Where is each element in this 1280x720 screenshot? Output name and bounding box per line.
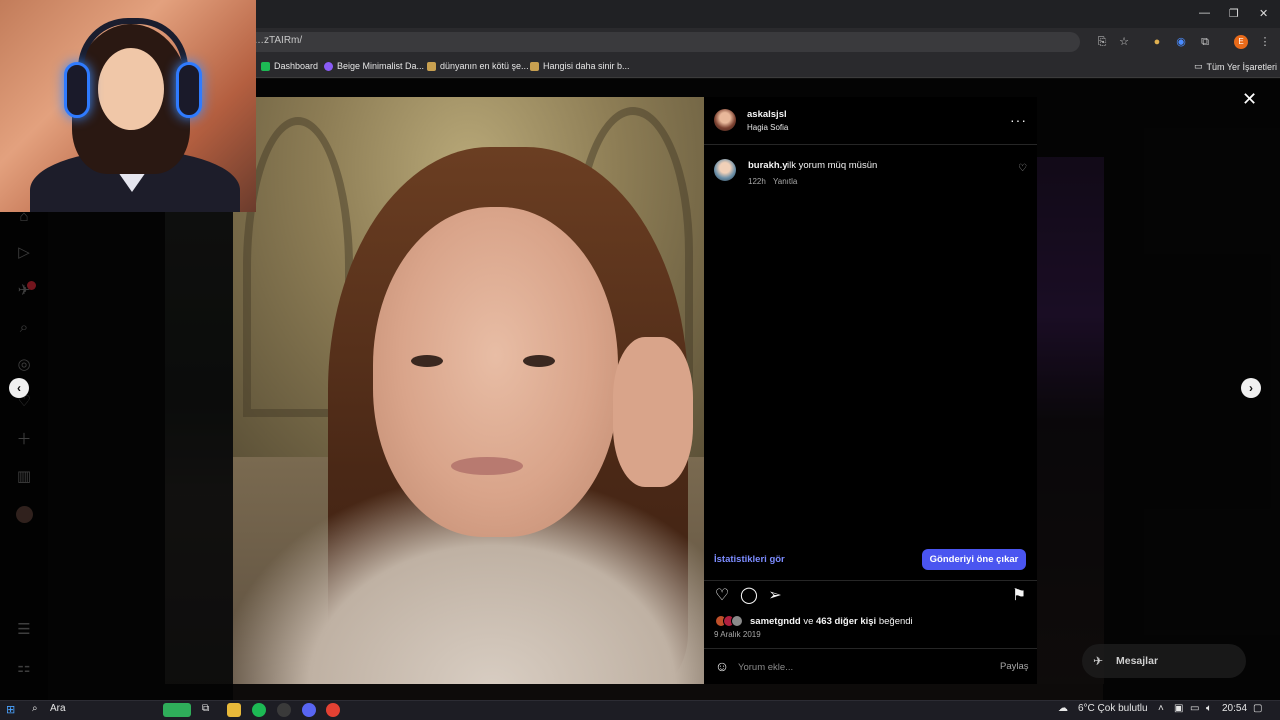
messages-label[interactable]: Mesajlar: [1116, 655, 1158, 667]
bookmark-favicon: [427, 61, 436, 71]
folder-icon: ▭: [1194, 61, 1203, 71]
tray-icon[interactable]: ▣: [1174, 703, 1183, 714]
post-date: 9 Aralık 2019: [714, 630, 761, 639]
reply-button[interactable]: Yanıtla: [773, 177, 797, 186]
menu-kebab-icon[interactable]: ⋮: [1258, 35, 1272, 49]
eye-left: [411, 355, 443, 367]
bookmark-label: Hangisi daha sinir b...: [543, 61, 630, 71]
save-bookmark-icon[interactable]: ⚑: [1010, 587, 1028, 605]
boost-post-button[interactable]: Gönderiyi öne çıkar: [922, 549, 1026, 570]
divider: [704, 580, 1037, 581]
all-bookmarks-label: Tüm Yer İşaretleri: [1206, 61, 1278, 72]
star-icon[interactable]: ☆: [1117, 35, 1131, 49]
emoji-smiley-icon[interactable]: ☺: [713, 657, 731, 675]
chevron-up-icon[interactable]: ˄: [1158, 703, 1164, 714]
author-username[interactable]: askalsjsl: [747, 109, 787, 120]
volume-icon[interactable]: 🔈︎: [1206, 703, 1212, 714]
hand-shape: [613, 337, 693, 487]
post-comment-button[interactable]: Paylaş: [1000, 661, 1029, 672]
post-location[interactable]: Hagia Sofia: [747, 123, 788, 132]
bookmark-favicon: [530, 61, 539, 71]
likes-summary[interactable]: sametgndd ve 463 diğer kişi beğendi: [750, 616, 913, 627]
spotify-icon[interactable]: [252, 703, 266, 717]
likes-connector: ve: [800, 616, 816, 627]
bookmark-favicon: [261, 61, 270, 71]
comment-time[interactable]: 122h: [748, 177, 766, 186]
weather-icon[interactable]: ☁: [1058, 703, 1068, 714]
eye-right: [523, 355, 555, 367]
discord-icon[interactable]: [302, 703, 316, 717]
app-icon[interactable]: [277, 703, 291, 717]
address-bar[interactable]: [240, 32, 1080, 52]
view-insights-link[interactable]: İstatistikleri gör: [714, 554, 785, 565]
face-shape: [373, 207, 618, 537]
url-text[interactable]: …zTAIRm/: [254, 35, 302, 46]
post-image[interactable]: [233, 97, 704, 684]
messages-send-icon: ✈: [1093, 654, 1104, 668]
bookmark-favicon: [324, 61, 333, 71]
file-explorer-icon[interactable]: [227, 703, 241, 717]
previous-post-chevron-left-icon[interactable]: ‹: [9, 378, 29, 398]
liker-avatars: [715, 615, 749, 627]
bookmark-label: Dashboard: [274, 61, 319, 71]
next-post-chevron-right-icon[interactable]: ›: [1241, 378, 1261, 398]
bookmark-dashboard[interactable]: Dashboard: [261, 61, 318, 71]
author-avatar[interactable]: [714, 109, 736, 131]
webcam-headphone-right: [176, 62, 202, 118]
search-icon[interactable]: ⌕: [32, 703, 38, 714]
extensions-puzzle-icon[interactable]: ⧉: [1198, 35, 1212, 49]
extension-icon[interactable]: ●: [1150, 35, 1164, 49]
other-likers[interactable]: 463 diğer kişi: [816, 616, 876, 627]
network-icon[interactable]: ▭: [1190, 703, 1199, 714]
bookmark-label: dünyanın en kötü şe...: [440, 61, 529, 71]
taskbar-search-label[interactable]: Ara: [50, 703, 66, 714]
close-modal-icon[interactable]: ✕: [1242, 89, 1257, 110]
bookmark-dunyanin[interactable]: dünyanın en kötü şe...: [427, 61, 529, 71]
comment-username[interactable]: burakh.y: [748, 160, 788, 171]
close-window-icon[interactable]: ✕: [1259, 7, 1268, 20]
profile-avatar[interactable]: E: [1234, 35, 1248, 49]
comment-text: ilk yorum müq müsün: [787, 160, 878, 171]
share-send-icon[interactable]: ➢: [766, 587, 784, 605]
like-heart-icon[interactable]: ♡: [713, 587, 731, 605]
extension-icon[interactable]: ◉: [1174, 35, 1188, 49]
divider: [704, 648, 1037, 649]
install-app-icon[interactable]: ⎘: [1095, 35, 1109, 49]
comment-like-heart-icon[interactable]: ♡: [1018, 163, 1027, 174]
bookmark-hangisi[interactable]: Hangisi daha sinir b...: [530, 61, 630, 71]
commenter-avatar[interactable]: [714, 159, 736, 181]
comment-input[interactable]: [738, 659, 978, 675]
taskbar-widget[interactable]: [163, 703, 191, 717]
windows-start-icon[interactable]: ⊞: [6, 703, 15, 716]
liker-avatar: [731, 615, 743, 627]
comment-bubble-icon[interactable]: ◯: [740, 587, 758, 605]
webcam-headphone-left: [64, 62, 90, 118]
webcam-headphone-band: [78, 18, 188, 68]
bookmark-label: Beige Minimalist Da...: [337, 61, 425, 71]
minimize-icon[interactable]: —: [1199, 7, 1210, 19]
more-options-button[interactable]: ···: [1010, 112, 1027, 128]
likes-suffix: beğendi: [876, 616, 913, 627]
webcam-overlay: [0, 0, 256, 212]
lips: [451, 457, 523, 475]
all-bookmarks[interactable]: ▭ Tüm Yer İşaretleri: [1194, 61, 1277, 72]
task-view-icon[interactable]: ⧉: [202, 703, 209, 714]
restore-icon[interactable]: ❐: [1229, 7, 1239, 20]
divider: [704, 144, 1037, 145]
clock-time[interactable]: 20:54: [1222, 703, 1247, 714]
weather-text[interactable]: 6°C Çok bulutlu: [1078, 703, 1148, 714]
notifications-icon[interactable]: ▢: [1253, 703, 1262, 714]
chrome-icon[interactable]: [326, 703, 340, 717]
first-liker[interactable]: sametgndd: [750, 616, 801, 627]
messages-pill[interactable]: [1082, 644, 1246, 678]
bookmark-beige-minimalist[interactable]: Beige Minimalist Da...: [324, 61, 424, 71]
